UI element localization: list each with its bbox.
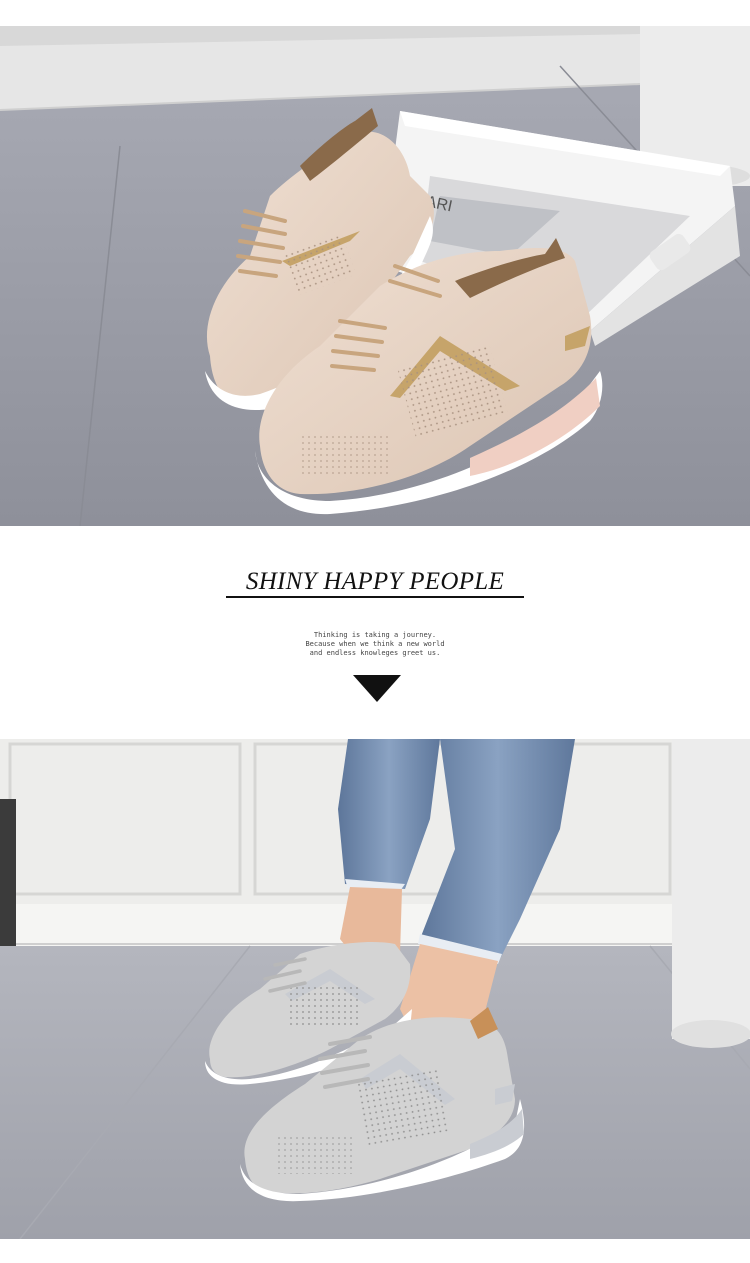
blurb-line: Thinking is taking a journey. xyxy=(313,631,437,639)
headline-underline xyxy=(226,596,524,598)
blurb-text: Thinking is taking a journey. Because wh… xyxy=(0,631,750,658)
beige-sneakers-image: ARI xyxy=(0,26,750,526)
bottom-product-photo xyxy=(0,739,750,1239)
gray-sneakers-model-image xyxy=(0,739,750,1239)
headline: SHINY HAPPY PEOPLE xyxy=(245,568,505,595)
top-product-photo: ARI xyxy=(0,26,750,526)
caption-section: SHINY HAPPY PEOPLE Thinking is taking a … xyxy=(0,526,750,739)
blurb-line: Because when we think a new world xyxy=(305,640,445,648)
blurb-line: and endless knowleges greet us. xyxy=(309,649,441,657)
down-triangle-icon xyxy=(353,675,401,702)
